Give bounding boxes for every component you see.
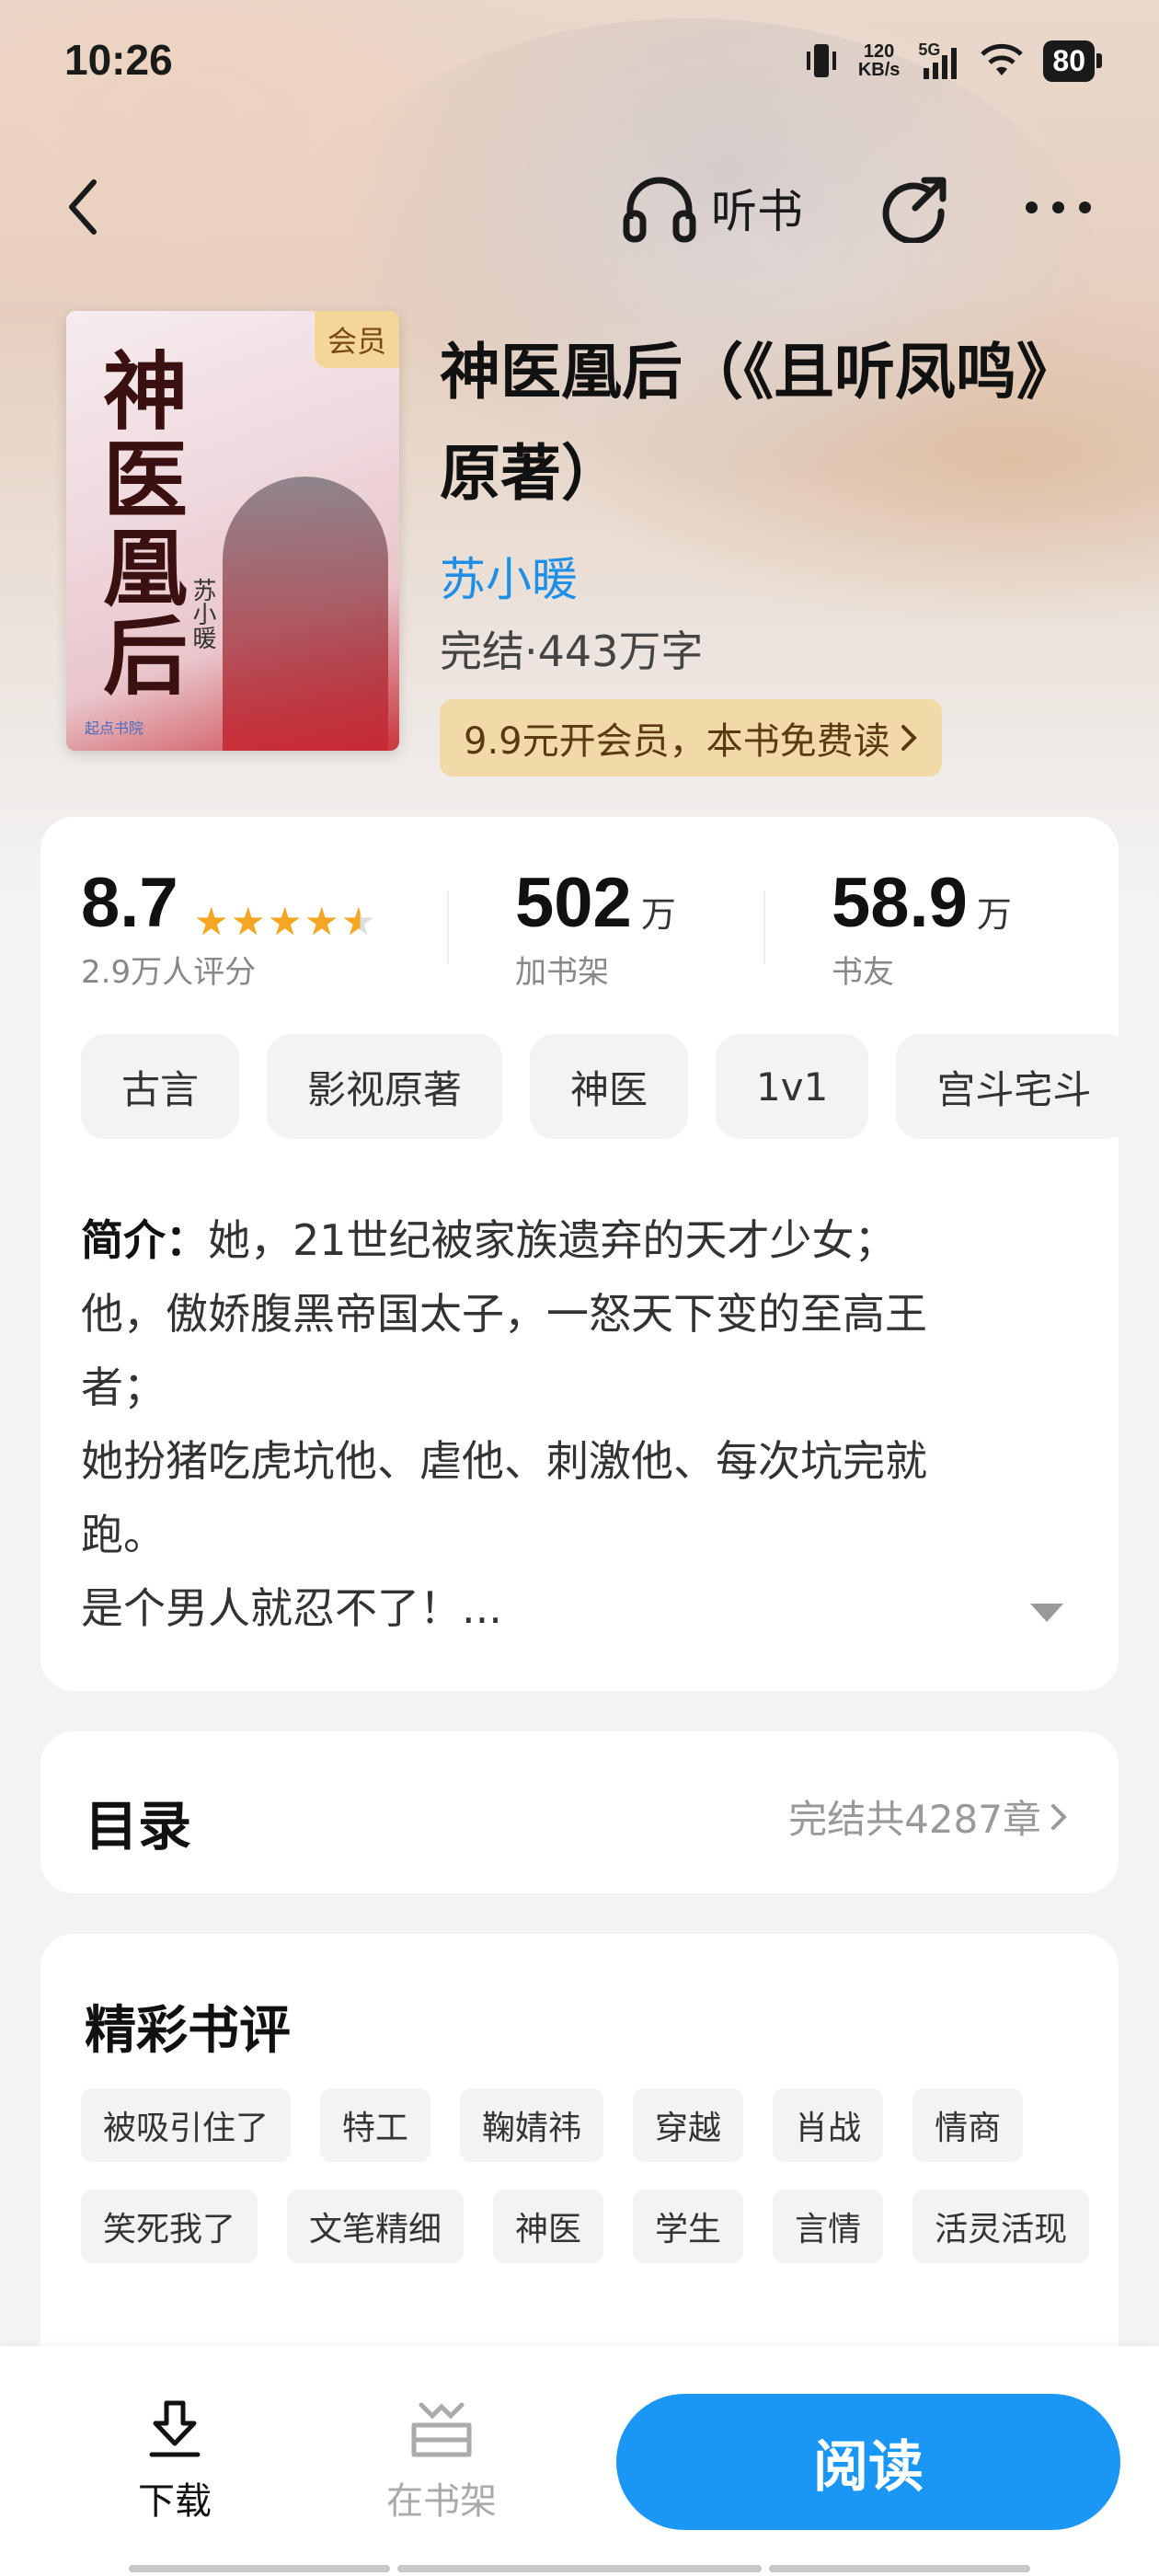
review-tag[interactable]: 肖战 xyxy=(773,2088,884,2162)
fans-value: 58.9 xyxy=(832,864,968,942)
rating-value: 8.7 xyxy=(81,864,178,942)
star-icon xyxy=(306,906,338,936)
review-tag[interactable]: 文笔精细 xyxy=(287,2190,465,2263)
synopsis-line: 他，傲娇腹黑帝国太子，一怒天下变的至高王 xyxy=(81,1289,927,1339)
review-tag[interactable]: 神医 xyxy=(493,2190,604,2263)
review-tag[interactable]: 笑死我了 xyxy=(81,2190,258,2263)
rating-stat[interactable]: 8.7 2.9万人评分 xyxy=(81,863,374,992)
net-speed-unit: KB/s xyxy=(857,60,901,80)
on-shelf-label: 在书架 xyxy=(386,2480,497,2523)
wifi-icon xyxy=(981,43,1024,75)
chevron-right-icon xyxy=(901,725,917,751)
review-tag[interactable]: 被吸引住了 xyxy=(81,2088,292,2162)
genre-tag[interactable]: 神医 xyxy=(530,1034,689,1139)
net-speed: 120 KB/s xyxy=(858,42,901,79)
gesture-bar xyxy=(397,2565,762,2572)
more-icon xyxy=(1026,201,1091,213)
fans-label: 书友 xyxy=(832,954,894,991)
synopsis-text: 她，21世纪被家族遗弃的天才少女； xyxy=(208,1215,897,1265)
synopsis-line: 者； xyxy=(81,1363,166,1412)
battery-indicator: 80 xyxy=(1043,40,1102,82)
genre-tags: 古言 影视原著 神医 1v1 宫斗宅斗 xyxy=(81,1034,1119,1139)
bottom-action-bar: 下载 在书架 阅读 xyxy=(0,2346,1159,2576)
download-button[interactable]: 下载 xyxy=(120,2398,230,2524)
book-details-card: 8.7 2.9万人评分 502 万 加书架 58.9 万 书友 古言 影视原著 神医… xyxy=(40,817,1119,1691)
half-star-icon xyxy=(343,906,374,936)
book-meta: 完结·443万字 xyxy=(440,627,704,676)
back-arrow-icon xyxy=(69,179,97,235)
on-shelf-button[interactable]: 在书架 xyxy=(377,2398,506,2524)
review-tag[interactable]: 情商 xyxy=(912,2088,1024,2162)
net-speed-value: 120 xyxy=(863,41,895,62)
synopsis-line: 是个男人就忍不了！... xyxy=(81,1583,502,1633)
read-button[interactable]: 阅读 xyxy=(616,2394,1120,2530)
review-tag[interactable]: 活灵活现 xyxy=(912,2190,1090,2263)
review-tags: 被吸引住了 特工 鞠婧祎 穿越 肖战 情商 笑死我了 文笔精细 神医 学生 言情… xyxy=(81,2088,1093,2263)
synopsis-line: 跑。 xyxy=(81,1510,166,1559)
divider xyxy=(447,891,449,964)
shelf-label: 加书架 xyxy=(515,954,609,991)
listen-label: 听书 xyxy=(711,185,803,238)
shelf-stat: 502 万 加书架 xyxy=(515,863,676,992)
reviews-title: 精彩书评 xyxy=(85,2001,291,2061)
vip-promo-button[interactable]: 9.9元开会员，本书免费读 xyxy=(440,699,942,776)
shelf-value: 502 xyxy=(515,864,632,942)
star-icon xyxy=(233,906,264,936)
synopsis-label: 简介： xyxy=(81,1215,208,1265)
divider xyxy=(763,891,765,964)
genre-tag[interactable]: 宫斗宅斗 xyxy=(896,1034,1119,1139)
publisher-logo: 起点书院 xyxy=(85,719,144,737)
toc-info: 完结共4287章 xyxy=(788,1788,1067,1845)
gesture-bar xyxy=(769,2565,1030,2572)
cellular-signal-icon: 5G xyxy=(918,40,960,81)
star-icon xyxy=(196,906,227,936)
cover-author: 苏小暖 xyxy=(189,578,216,650)
book-synopsis[interactable]: 简介：她，21世纪被家族遗弃的天才少女； 他，傲娇腹黑帝国太子，一怒天下变的至高… xyxy=(81,1203,1078,1645)
rating-label: 2.9万人评分 xyxy=(81,954,257,991)
fans-stat[interactable]: 58.9 万 书友 xyxy=(832,863,1012,992)
download-label: 下载 xyxy=(138,2480,212,2523)
book-author-link[interactable]: 苏小暖 xyxy=(440,543,578,609)
chapter-count: 完结共4287章 xyxy=(788,1797,1041,1842)
share-icon xyxy=(882,177,947,245)
bookshelf-icon xyxy=(411,2402,472,2457)
review-tag[interactable]: 鞠婧祎 xyxy=(460,2088,604,2162)
expand-down-icon[interactable] xyxy=(1030,1604,1063,1622)
book-cover[interactable]: 神医凰后 苏小暖 会员 起点书院 xyxy=(66,311,399,751)
listen-button[interactable]: 听书 xyxy=(621,173,803,243)
synopsis-line: 简介：她，21世纪被家族遗弃的天才少女； xyxy=(81,1203,1078,1277)
chevron-right-icon xyxy=(1051,1803,1067,1830)
top-nav: 听书 xyxy=(0,156,1159,258)
gesture-bar xyxy=(129,2565,390,2572)
more-button[interactable] xyxy=(1026,193,1099,221)
review-tag[interactable]: 穿越 xyxy=(633,2088,744,2162)
book-title: 神医凰后（《且听凤鸣》原著） xyxy=(440,337,1077,509)
toc-title: 目录 xyxy=(85,1795,192,1857)
genre-tag[interactable]: 1v1 xyxy=(716,1034,869,1139)
back-button[interactable] xyxy=(64,175,120,239)
download-icon xyxy=(149,2400,201,2457)
rating-stars xyxy=(196,906,374,938)
review-tag[interactable]: 学生 xyxy=(633,2190,744,2263)
table-of-contents-row[interactable]: 目录 完结共4287章 xyxy=(40,1731,1119,1893)
star-icon xyxy=(270,906,301,936)
vibrate-icon xyxy=(806,44,836,77)
fans-unit: 万 xyxy=(976,894,1012,935)
vip-badge: 会员 xyxy=(314,311,399,368)
review-tag[interactable]: 言情 xyxy=(773,2190,884,2263)
status-time: 10:26 xyxy=(64,36,173,84)
review-tag[interactable]: 特工 xyxy=(320,2088,431,2162)
shelf-unit: 万 xyxy=(640,894,676,935)
genre-tag[interactable]: 影视原著 xyxy=(267,1034,503,1139)
cover-illustration xyxy=(223,477,388,751)
vip-promo-label: 9.9元开会员，本书免费读 xyxy=(464,720,890,763)
headphones-icon xyxy=(623,177,696,243)
status-bar: 10:26 120 KB/s 5G 80 xyxy=(0,0,1159,120)
synopsis-line: 她扮猪吃虎坑他、虐他、刺激他、每次坑完就 xyxy=(81,1436,927,1486)
status-icons: 120 KB/s 5G 80 xyxy=(803,37,1102,85)
genre-tag[interactable]: 古言 xyxy=(81,1034,240,1139)
share-button[interactable] xyxy=(878,173,952,245)
